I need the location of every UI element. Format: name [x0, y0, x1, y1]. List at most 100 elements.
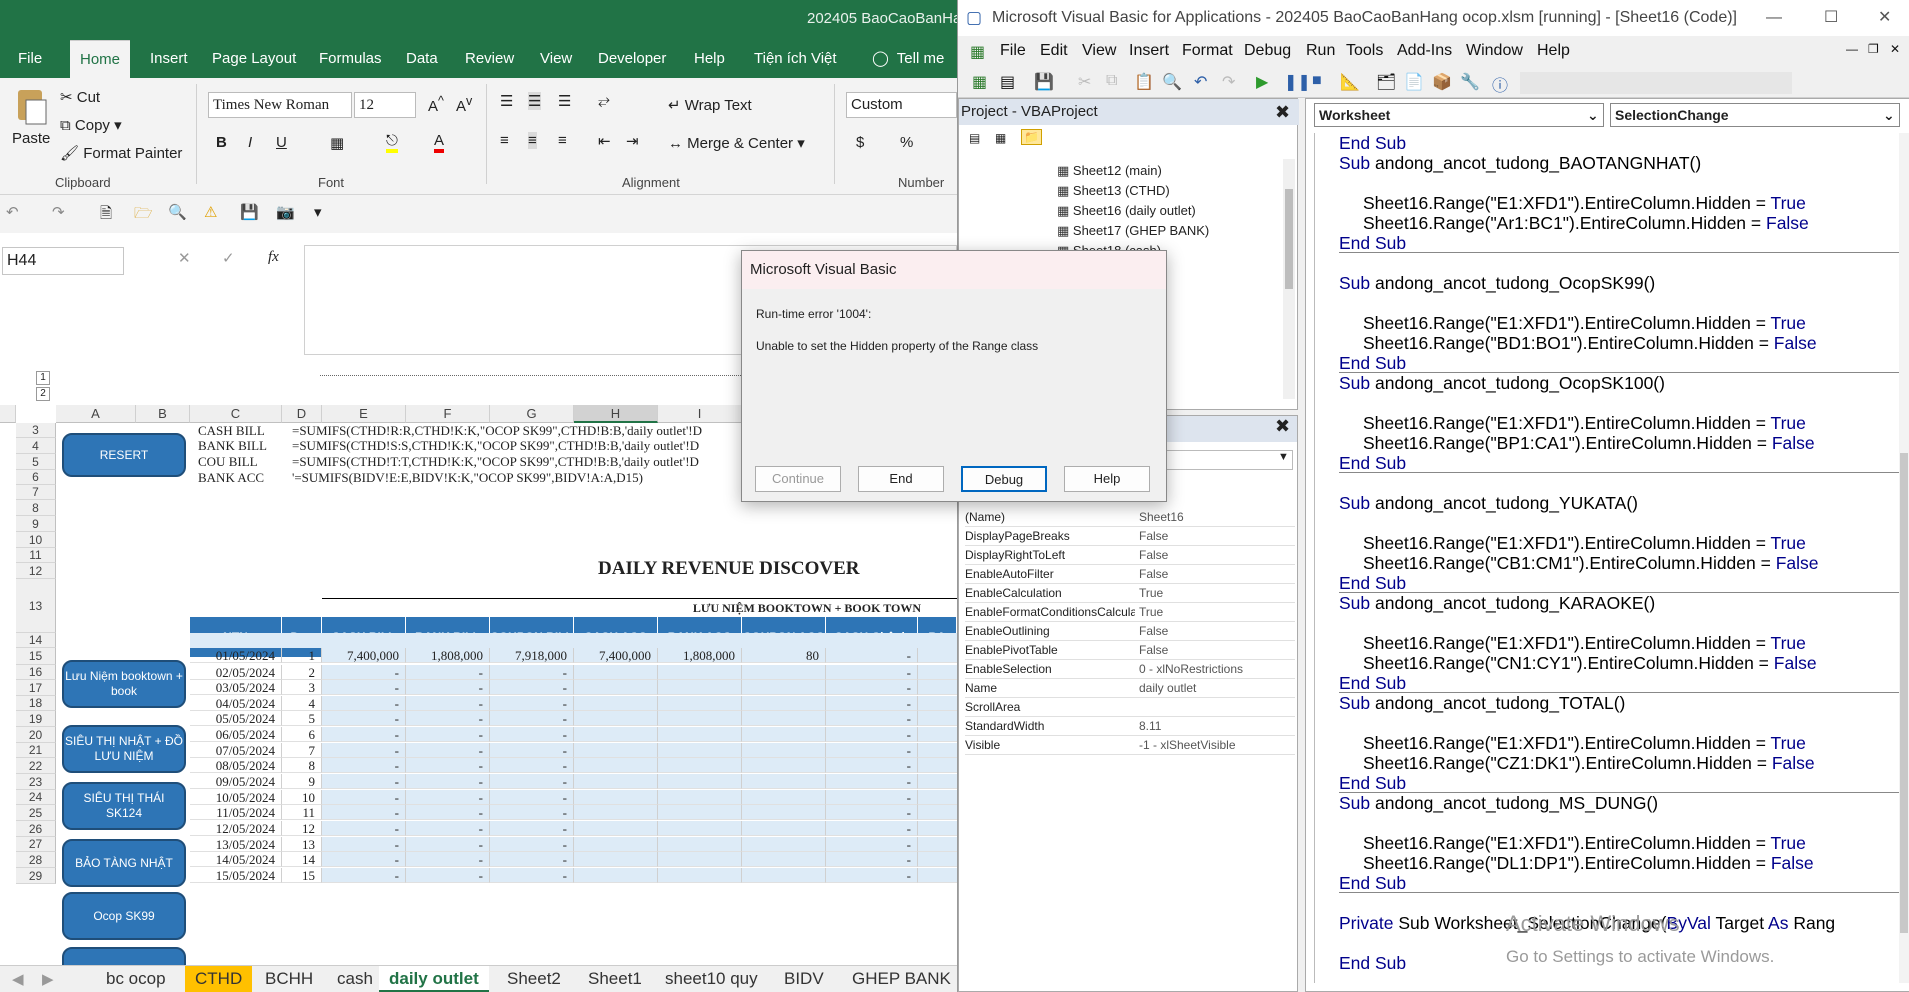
table-cell[interactable]	[574, 868, 658, 883]
property-value[interactable]: False	[1139, 527, 1168, 546]
menu-edit[interactable]: Edit	[1040, 42, 1068, 60]
table-cell[interactable]	[742, 805, 826, 820]
table-cell[interactable]	[742, 821, 826, 836]
tab-formulas[interactable]: Formulas	[309, 40, 392, 78]
row-header[interactable]: 28	[16, 852, 56, 868]
child-close-icon[interactable]: ✕	[1890, 42, 1900, 56]
table-cell[interactable]: -	[322, 665, 406, 680]
save-icon[interactable]: 💾	[1034, 72, 1054, 92]
outline-level-2[interactable]: 2	[36, 387, 50, 401]
row-header[interactable]: 5	[16, 454, 56, 470]
column-header-f[interactable]: F	[406, 405, 490, 423]
table-cell[interactable]: -	[406, 821, 490, 836]
copy-icon[interactable]: ⧉	[1106, 72, 1117, 90]
table-cell[interactable]: 13/05/2024	[190, 837, 282, 852]
sheet-tab[interactable]: daily outlet	[379, 966, 489, 992]
table-cell[interactable]	[658, 665, 742, 680]
tab-insert[interactable]: Insert	[140, 40, 198, 78]
table-cell[interactable]	[574, 665, 658, 680]
table-cell[interactable]: -	[490, 711, 574, 726]
table-cell[interactable]: 1	[282, 648, 322, 663]
table-cell[interactable]: -	[826, 774, 918, 789]
table-cell[interactable]: -	[490, 758, 574, 773]
child-minimize-icon[interactable]: —	[1846, 42, 1858, 56]
table-cell[interactable]: -	[322, 758, 406, 773]
property-value[interactable]: False	[1139, 546, 1168, 565]
property-value[interactable]: False	[1139, 641, 1168, 660]
table-cell[interactable]: -	[826, 821, 918, 836]
table-cell-overflow[interactable]	[918, 665, 957, 680]
row-header[interactable]: 22	[16, 758, 56, 774]
table-cell-overflow[interactable]	[918, 727, 957, 742]
decrease-indent-icon[interactable]: ⇤	[598, 132, 611, 150]
run-icon[interactable]: ▶	[1256, 72, 1268, 92]
wrap-text-button[interactable]: ↵ Wrap Text	[668, 96, 752, 114]
outlet-button-next[interactable]	[62, 947, 186, 965]
outlet-button-ocop-sk99[interactable]: Ocop SK99	[62, 892, 186, 940]
procedure-dropdown[interactable]: SelectionChange ⌄	[1610, 103, 1900, 127]
help-icon[interactable]: ⓘ	[1492, 72, 1508, 96]
orientation-icon[interactable]: ⥂	[598, 92, 610, 109]
copy-button[interactable]: ⧉ Copy ▾	[60, 116, 122, 134]
tab-page-layout[interactable]: Page Layout	[202, 40, 306, 78]
table-cell[interactable]: 15	[282, 868, 322, 883]
table-cell[interactable]	[574, 680, 658, 695]
property-value[interactable]: True	[1139, 603, 1163, 622]
table-cell[interactable]: -	[406, 743, 490, 758]
new-file-icon[interactable]: 🗎	[100, 203, 112, 228]
tab-tien-ich-viet[interactable]: Tiện ích Việt	[744, 40, 847, 78]
table-cell[interactable]: 14	[282, 852, 322, 867]
row-header[interactable]: 10	[16, 532, 56, 548]
row-header[interactable]: 3	[16, 423, 56, 438]
table-cell[interactable]: 10	[282, 790, 322, 805]
table-cell[interactable]: 03/05/2024	[190, 680, 282, 695]
column-header-e[interactable]: E	[322, 405, 406, 423]
table-cell[interactable]: -	[322, 711, 406, 726]
table-cell[interactable]	[742, 680, 826, 695]
table-cell[interactable]: -	[322, 821, 406, 836]
prev-sheet-icon[interactable]: ◀	[12, 970, 24, 988]
property-row[interactable]: StandardWidth 8.11	[965, 717, 1295, 736]
sheet-tab[interactable]: sheet10 quy	[655, 966, 768, 992]
table-cell[interactable]: -	[406, 711, 490, 726]
row-header[interactable]: 7	[16, 485, 56, 500]
menu-window[interactable]: Window	[1466, 42, 1523, 60]
property-row[interactable]: EnablePivotTable False	[965, 641, 1295, 660]
row-header[interactable]: 12	[16, 563, 56, 579]
table-cell[interactable]: -	[406, 868, 490, 883]
table-cell[interactable]: -	[490, 774, 574, 789]
table-cell[interactable]	[574, 711, 658, 726]
table-cell[interactable]: -	[322, 837, 406, 852]
menu-tools[interactable]: Tools	[1346, 42, 1383, 60]
table-cell[interactable]: -	[490, 821, 574, 836]
table-cell[interactable]	[574, 727, 658, 742]
sheet-tab[interactable]: BIDV	[774, 966, 834, 992]
table-cell[interactable]	[658, 696, 742, 711]
table-cell-overflow[interactable]	[918, 837, 957, 852]
table-cell[interactable]: 3	[282, 680, 322, 695]
table-cell[interactable]: -	[490, 743, 574, 758]
outlet-button-sieu-thi-thai[interactable]: SIÊU THỊ THÁI SK124	[62, 782, 186, 830]
table-cell[interactable]: -	[490, 665, 574, 680]
row-header[interactable]: 21	[16, 743, 56, 758]
property-value[interactable]: daily outlet	[1139, 679, 1196, 698]
reset-icon[interactable]: ■	[1312, 72, 1322, 90]
table-cell[interactable]: -	[826, 743, 918, 758]
close-icon[interactable]: ✕	[1878, 0, 1891, 36]
tab-view[interactable]: View	[530, 40, 582, 78]
row-header[interactable]: 4	[16, 438, 56, 454]
table-cell-overflow[interactable]	[918, 648, 957, 663]
undo-icon[interactable]: ↶	[1194, 72, 1207, 92]
table-cell[interactable]	[658, 837, 742, 852]
open-folder-icon[interactable]: 🗁	[134, 203, 153, 228]
code-scroll-thumb[interactable]	[1900, 453, 1908, 933]
column-header-a[interactable]: A	[56, 405, 136, 423]
sheet-tab[interactable]: cash	[327, 966, 383, 992]
column-header-c[interactable]: C	[190, 405, 282, 423]
table-cell[interactable]	[574, 805, 658, 820]
table-cell[interactable]: 14/05/2024	[190, 852, 282, 867]
table-cell[interactable]: 01/05/2024	[190, 648, 282, 663]
menu-format[interactable]: Format	[1182, 42, 1233, 60]
object-dropdown[interactable]: Worksheet ⌄	[1314, 103, 1604, 127]
table-cell[interactable]: -	[826, 852, 918, 867]
